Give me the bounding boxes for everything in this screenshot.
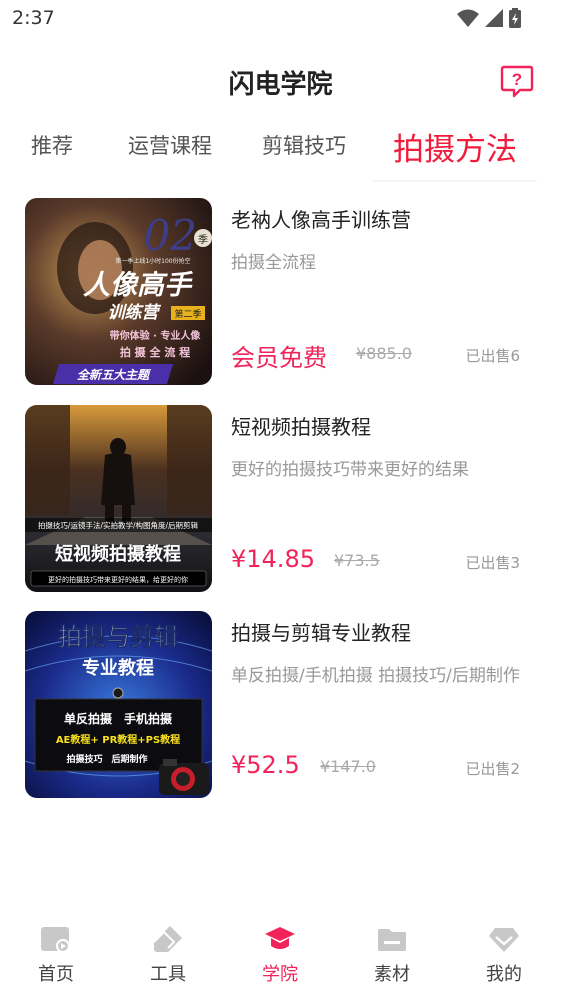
nav-tools[interactable]: 工具 [112, 916, 224, 999]
course-thumbnail-art: 拍摄与剪辑 专业教程 单反拍摄 手机拍摄 AE教程+ PR教程+PS教程 拍摄技… [25, 611, 212, 798]
wifi-icon [457, 9, 479, 27]
thumb-tag: 第一季上线1小时100份抢空 [115, 257, 190, 265]
thumb-line2: 训练营 [108, 303, 162, 323]
home-icon [41, 927, 70, 953]
thumb-season: 季 [198, 234, 208, 246]
course-subtitle: 拍摄全流程 [231, 253, 316, 273]
course-title: 拍摄与剪辑专业教程 [231, 621, 411, 645]
nav-label: 工具 [150, 964, 186, 985]
category-tabs: 推荐 运营课程 剪辑技巧 拍摄方法 [0, 120, 561, 182]
status-bar: 2:37 [0, 0, 561, 38]
course-item[interactable]: 02 季 第一季上线1小时100份抢空 人像高手 训练营 第二季 带你体验 · … [0, 198, 561, 386]
page-title: 闪电学院 [228, 70, 333, 100]
tab-recommend[interactable]: 推荐 [31, 130, 73, 160]
course-price: ¥52.5 [231, 751, 300, 779]
course-thumbnail: 拍摄与剪辑 专业教程 单反拍摄 手机拍摄 AE教程+ PR教程+PS教程 拍摄技… [25, 611, 212, 798]
nav-label: 素材 [374, 964, 410, 985]
diamond-icon [489, 928, 519, 952]
course-price: 会员免费 [231, 344, 327, 372]
course-subtitle: 单反拍摄/手机拍摄 拍摄技巧/后期制作 [231, 666, 520, 686]
course-sold-count: 已出售6 [465, 347, 520, 365]
tab-divider [373, 180, 537, 182]
signal-icon [485, 9, 503, 27]
course-item[interactable]: 拍摄技巧/运镜手法/实拍教学/构图角度/后期剪辑 短视频拍摄教程 更好的拍摄技巧… [0, 405, 561, 593]
course-item[interactable]: 拍摄与剪辑 专业教程 单反拍摄 手机拍摄 AE教程+ PR教程+PS教程 拍摄技… [0, 611, 561, 799]
tab-shooting[interactable]: 拍摄方法 [393, 124, 517, 169]
folder-icon [378, 929, 406, 951]
thumb-badge: 第二季 [174, 308, 201, 320]
svg-text:?: ? [512, 70, 522, 89]
course-thumbnail: 02 季 第一季上线1小时100份抢空 人像高手 训练营 第二季 带你体验 · … [25, 198, 212, 385]
course-original-price: ¥885.0 [356, 344, 412, 363]
course-thumbnail-art: 拍摄技巧/运镜手法/实拍教学/构图角度/后期剪辑 短视频拍摄教程 更好的拍摄技巧… [25, 405, 212, 592]
course-title: 老衲人像高手训练营 [231, 208, 411, 232]
status-time: 2:37 [12, 7, 55, 29]
graduation-cap-icon [265, 927, 295, 949]
course-thumbnail-art: 02 季 第一季上线1小时100份抢空 人像高手 训练营 第二季 带你体验 · … [25, 198, 212, 385]
nav-academy[interactable]: 学院 [224, 916, 336, 999]
thumb-row1: 单反拍摄 手机拍摄 [64, 711, 173, 726]
course-subtitle: 更好的拍摄技巧带来更好的结果 [231, 460, 469, 480]
thumb-row2: AE教程+ PR教程+PS教程 [56, 733, 180, 746]
course-thumbnail: 拍摄技巧/运镜手法/实拍教学/构图角度/后期剪辑 短视频拍摄教程 更好的拍摄技巧… [25, 405, 212, 592]
thumb-line2: 专业教程 [82, 657, 154, 679]
help-button[interactable]: ? [500, 64, 534, 98]
bottom-nav: 首页 工具 学院 素材 我的 [0, 916, 561, 999]
status-icons [457, 8, 521, 28]
nav-materials[interactable]: 素材 [336, 916, 448, 999]
course-sold-count: 已出售2 [465, 760, 520, 778]
thumb-line3: 带你体验 · 专业人像 [110, 329, 202, 342]
course-original-price: ¥147.0 [320, 757, 376, 776]
app-header: 闪电学院 ? [0, 52, 561, 112]
thumb-line4: 拍 摄 全 流 程 [120, 345, 190, 359]
nav-profile[interactable]: 我的 [448, 916, 560, 999]
eraser-icon [153, 926, 182, 952]
course-title: 短视频拍摄教程 [231, 415, 371, 439]
thumb-row3: 拍摄技巧 后期制作 [66, 753, 147, 765]
thumb-number: 02 [144, 211, 197, 260]
course-price: ¥14.85 [231, 545, 315, 573]
tab-operations[interactable]: 运营课程 [128, 130, 212, 160]
thumb-footer: 更好的拍摄技巧带来更好的结果，给更好的你 [48, 575, 188, 584]
nav-home[interactable]: 首页 [0, 916, 112, 999]
nav-label: 学院 [262, 964, 298, 985]
course-original-price: ¥73.5 [334, 551, 380, 570]
thumb-tags: 拍摄技巧/运镜手法/实拍教学/构图角度/后期剪辑 [38, 520, 199, 530]
thumb-line1: 拍摄与剪辑 [58, 623, 178, 651]
thumb-main: 短视频拍摄教程 [55, 543, 181, 565]
nav-label: 我的 [486, 964, 522, 985]
nav-label: 首页 [38, 964, 74, 985]
question-icon: ? [500, 65, 534, 98]
course-sold-count: 已出售3 [465, 554, 520, 572]
tab-editing[interactable]: 剪辑技巧 [262, 130, 346, 160]
thumb-line1: 人像高手 [83, 270, 194, 301]
thumb-banner: 全新五大主题 [77, 368, 152, 382]
battery-icon [509, 8, 521, 28]
